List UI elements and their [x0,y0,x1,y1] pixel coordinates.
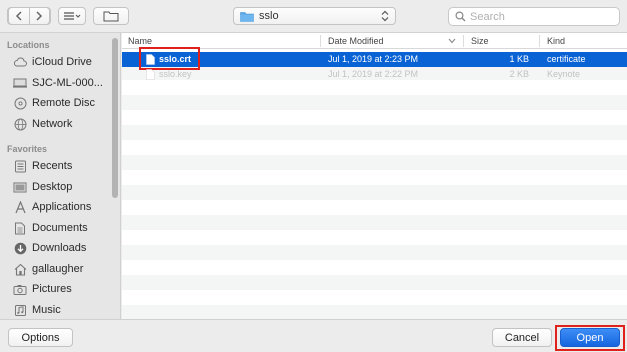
forward-button[interactable] [28,7,50,25]
sidebar-item-label: gallaugher [32,263,84,275]
applications-icon [13,200,27,214]
sidebar-item-gallaugher[interactable]: gallaugher [13,260,113,278]
file-date: Jul 1, 2019 at 2:23 PM [328,54,419,64]
chevron-right-icon [36,11,43,21]
column-divider [463,35,464,47]
file-size: 2 KB [509,69,529,79]
file-size: 1 KB [509,54,529,64]
sidebar-item-network[interactable]: Network [13,115,113,133]
music-icon [13,303,27,317]
sidebar: Locations iCloud Drive SJC-ML-000... Rem… [0,33,121,319]
sidebar-item-label: Documents [32,222,88,234]
sidebar-item-label: Applications [32,201,92,213]
favorites-header: Favorites [7,144,48,154]
sidebar-item-pictures[interactable]: Pictures [13,280,113,298]
file-list: Name Date Modified Size Kind sslo.crt Ju… [122,33,627,319]
sidebar-item-icloud-drive[interactable]: iCloud Drive [13,53,113,71]
download-icon [13,241,27,255]
locations-header: Locations [7,40,50,50]
file-kind: certificate [547,54,586,64]
cancel-button[interactable]: Cancel [492,328,552,347]
document-icon [13,221,27,235]
updown-arrows-icon [381,10,389,22]
column-divider [320,35,321,47]
home-icon [13,262,27,276]
file-row: sslo.key Jul 1, 2019 at 2:22 PM 2 KB Key… [122,67,627,82]
computer-icon [13,76,27,90]
sidebar-item-downloads[interactable]: Downloads [13,239,113,257]
sidebar-item-label: Downloads [32,242,87,254]
bottom-bar: Options Cancel Open [0,319,627,352]
sidebar-item-label: SJC-ML-000... [32,77,103,89]
path-popup[interactable]: sslo [233,7,396,25]
path-label: sslo [259,10,279,22]
options-button[interactable]: Options [8,328,73,347]
file-name: sslo.key [159,69,192,79]
desktop-icon [13,180,27,194]
new-folder-icon [103,11,119,22]
sidebar-item-applications[interactable]: Applications [13,198,113,216]
camera-icon [13,282,27,296]
column-header-name[interactable]: Name [128,36,152,46]
toolbar: sslo Search [0,0,627,33]
row-background [122,50,627,319]
sidebar-item-music[interactable]: Music [13,301,113,319]
sidebar-item-remote-disc[interactable]: Remote Disc [13,94,113,112]
sidebar-item-label: iCloud Drive [32,56,92,68]
sidebar-item-computer[interactable]: SJC-ML-000... [13,74,113,92]
file-date: Jul 1, 2019 at 2:22 PM [328,69,419,79]
open-button[interactable]: Open [560,328,620,347]
view-options-button[interactable] [58,7,86,25]
column-header-kind[interactable]: Kind [547,36,565,46]
column-divider [539,35,540,47]
column-header-size[interactable]: Size [471,36,489,46]
sidebar-item-label: Music [32,304,61,316]
new-folder-button[interactable] [93,7,129,25]
folder-icon [240,11,254,22]
back-button[interactable] [8,7,29,25]
chevron-down-icon [448,38,456,44]
file-kind: Keynote [547,69,581,79]
sidebar-item-label: Desktop [32,181,73,193]
sidebar-item-recents[interactable]: Recents [13,157,113,175]
sidebar-item-label: Network [32,118,73,130]
sidebar-item-label: Pictures [32,283,72,295]
sidebar-item-label: Recents [32,160,73,172]
clock-icon [13,159,27,173]
search-field[interactable]: Search [448,7,620,26]
sidebar-item-label: Remote Disc [32,97,95,109]
list-view-icon [64,12,81,20]
search-icon [455,11,466,22]
cloud-icon [13,55,27,69]
navigation-buttons [7,7,51,25]
file-icon [146,69,155,80]
search-placeholder: Search [470,10,505,23]
sidebar-scrollbar[interactable] [112,38,118,198]
chevron-left-icon [15,11,22,21]
disc-icon [13,96,27,110]
column-header-date[interactable]: Date Modified [328,36,384,46]
globe-icon [13,117,27,131]
sidebar-item-documents[interactable]: Documents [13,219,113,237]
sidebar-item-desktop[interactable]: Desktop [13,178,113,196]
